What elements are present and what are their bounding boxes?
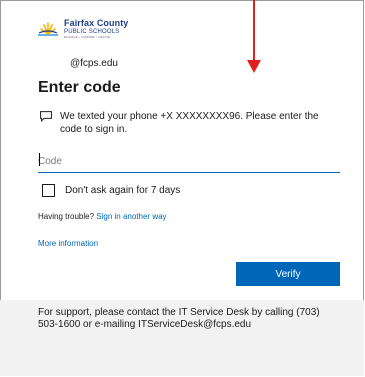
- trouble-prefix: Having trouble?: [38, 212, 95, 221]
- email-domain: @fcps.edu: [70, 58, 118, 69]
- fcps-logo: Fairfax County PUBLIC SCHOOLS ENGAGE • I…: [36, 19, 128, 39]
- account-email: @fcps.edu: [38, 58, 118, 69]
- remember-label: Don't ask again for 7 days: [65, 185, 181, 196]
- code-input[interactable]: [38, 150, 340, 173]
- verify-button[interactable]: Verify: [236, 262, 340, 286]
- sms-notice-text: We texted your phone +X XXXXXXXX96. Plea…: [60, 111, 319, 135]
- remember-checkbox[interactable]: [42, 184, 55, 197]
- page-title: Enter code: [38, 79, 121, 96]
- sms-notice: We texted your phone +X XXXXXXXX96. Plea…: [40, 110, 340, 136]
- support-text: For support, please contact the IT Servi…: [38, 307, 320, 330]
- trouble-help: Having trouble? Sign in another way: [38, 212, 167, 221]
- sign-in-another-way-link[interactable]: Sign in another way: [96, 212, 166, 221]
- logo-tagline: ENGAGE • INSPIRE • THRIVE: [64, 35, 111, 39]
- more-information-link[interactable]: More information: [38, 239, 98, 248]
- text-cursor: [39, 153, 40, 166]
- chat-message-icon: [40, 110, 60, 136]
- remember-device-option[interactable]: Don't ask again for 7 days: [42, 184, 180, 197]
- logo-district-name: Fairfax County: [64, 18, 129, 28]
- fcps-sun-logo-icon: [36, 21, 60, 37]
